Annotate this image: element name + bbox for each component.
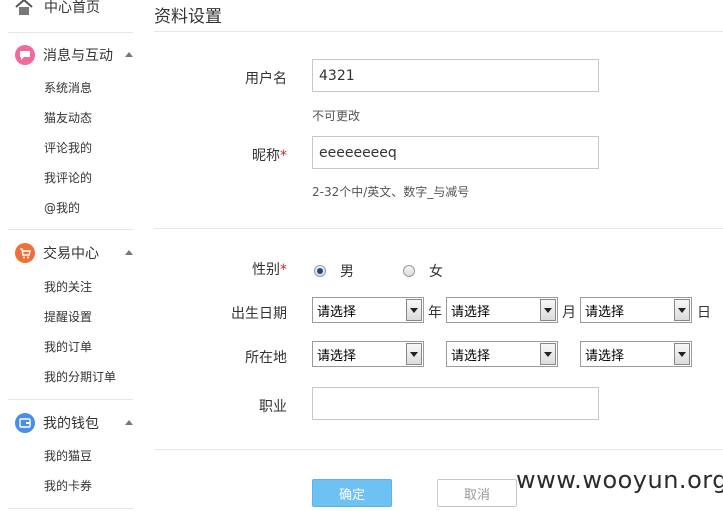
sidebar-item-my-beans[interactable]: 我的猫豆 — [44, 447, 92, 464]
watermark-text: www.wooyun.org — [516, 466, 723, 494]
gender-label: 性别* — [207, 259, 287, 279]
radio-unselected-icon[interactable] — [403, 265, 415, 277]
select-value: 请选择 — [585, 304, 625, 320]
sidebar-section-label: 消息与互动 — [43, 48, 113, 64]
username-hint: 不可更改 — [312, 109, 361, 123]
sidebar-item-system-messages[interactable]: 系统消息 — [44, 79, 92, 96]
sidebar-item-my-orders[interactable]: 我的订单 — [44, 338, 92, 355]
sidebar-item-my-coupons[interactable]: 我的卡券 — [44, 477, 92, 494]
month-unit: 月 — [562, 305, 576, 321]
birthday-day-select[interactable]: 请选择 — [580, 297, 692, 323]
username-field[interactable] — [312, 59, 599, 92]
required-mark: * — [280, 262, 287, 278]
section-divider — [154, 449, 723, 450]
location-district-select[interactable]: 请选择 — [580, 341, 692, 367]
collapse-caret-icon[interactable] — [125, 250, 133, 255]
location-province-select[interactable]: 请选择 — [312, 341, 424, 367]
dropdown-arrow-icon[interactable] — [406, 343, 422, 365]
collapse-caret-icon[interactable] — [125, 52, 133, 57]
sidebar-divider — [8, 229, 133, 230]
gender-female-label: 女 — [429, 264, 443, 280]
sidebar-divider — [8, 508, 133, 509]
gender-male-label: 男 — [340, 264, 354, 280]
nickname-label: 昵称* — [207, 145, 287, 165]
location-label: 所在地 — [245, 350, 287, 366]
sidebar: 中心首页 消息与互动 系统消息 猫友动态 评论我的 我评论的 @我的 交易中心 … — [0, 0, 140, 511]
collapse-caret-icon[interactable] — [125, 420, 133, 425]
sidebar-section-trade[interactable]: 交易中心 — [15, 241, 135, 265]
required-mark: * — [280, 148, 287, 164]
title-divider — [154, 31, 723, 32]
birthday-month-select[interactable]: 请选择 — [446, 297, 558, 323]
dropdown-arrow-icon[interactable] — [674, 299, 690, 321]
dropdown-arrow-icon[interactable] — [540, 299, 556, 321]
select-value: 请选择 — [317, 304, 357, 320]
birthday-year-select[interactable]: 请选择 — [312, 297, 424, 323]
birthday-label: 出生日期 — [231, 306, 287, 322]
sidebar-home-link[interactable]: 中心首页 — [14, 0, 100, 18]
select-value: 请选择 — [585, 348, 625, 364]
sidebar-section-label: 交易中心 — [43, 246, 99, 262]
sidebar-section-messages[interactable]: 消息与互动 — [15, 43, 135, 67]
page-title: 资料设置 — [154, 7, 222, 27]
section-divider — [154, 228, 723, 229]
sidebar-item-friend-activity[interactable]: 猫友动态 — [44, 109, 92, 126]
sidebar-divider — [8, 32, 133, 33]
select-value: 请选择 — [451, 304, 491, 320]
sidebar-section-label: 我的钱包 — [43, 416, 99, 432]
sidebar-item-reminder-settings[interactable]: 提醒设置 — [44, 308, 92, 325]
dropdown-arrow-icon[interactable] — [406, 299, 422, 321]
nickname-label-text: 昵称 — [252, 148, 280, 164]
gender-male-radio[interactable]: 男 — [314, 261, 354, 281]
sidebar-divider — [8, 399, 133, 400]
sidebar-item-installment-orders[interactable]: 我的分期订单 — [44, 368, 116, 385]
radio-selected-icon[interactable] — [314, 265, 326, 277]
confirm-button[interactable]: 确定 — [312, 479, 392, 507]
nickname-field[interactable] — [312, 136, 599, 169]
cart-icon — [15, 243, 35, 263]
select-value: 请选择 — [451, 348, 491, 364]
sidebar-item-my-follows[interactable]: 我的关注 — [44, 278, 92, 295]
wallet-icon — [15, 413, 35, 433]
sidebar-item-mentions[interactable]: @我的 — [44, 199, 80, 216]
select-value: 请选择 — [317, 348, 357, 364]
chat-bubble-icon — [15, 45, 35, 65]
dropdown-arrow-icon[interactable] — [674, 343, 690, 365]
job-label: 职业 — [259, 399, 287, 415]
username-label: 用户名 — [245, 71, 287, 87]
day-unit: 日 — [697, 305, 711, 321]
gender-label-text: 性别 — [252, 262, 280, 278]
job-field[interactable] — [312, 387, 599, 420]
sidebar-item-my-comments[interactable]: 我评论的 — [44, 169, 92, 186]
cancel-button[interactable]: 取消 — [437, 479, 517, 507]
gender-female-radio[interactable]: 女 — [403, 261, 443, 281]
dropdown-arrow-icon[interactable] — [540, 343, 556, 365]
sidebar-section-wallet[interactable]: 我的钱包 — [15, 411, 135, 435]
nickname-hint: 2-32个中/英文、数字_与减号 — [312, 185, 470, 199]
location-city-select[interactable]: 请选择 — [446, 341, 558, 367]
sidebar-item-comments-on-me[interactable]: 评论我的 — [44, 139, 92, 156]
sidebar-home-label: 中心首页 — [44, 0, 100, 16]
year-unit: 年 — [428, 305, 442, 321]
home-icon — [15, 0, 33, 15]
